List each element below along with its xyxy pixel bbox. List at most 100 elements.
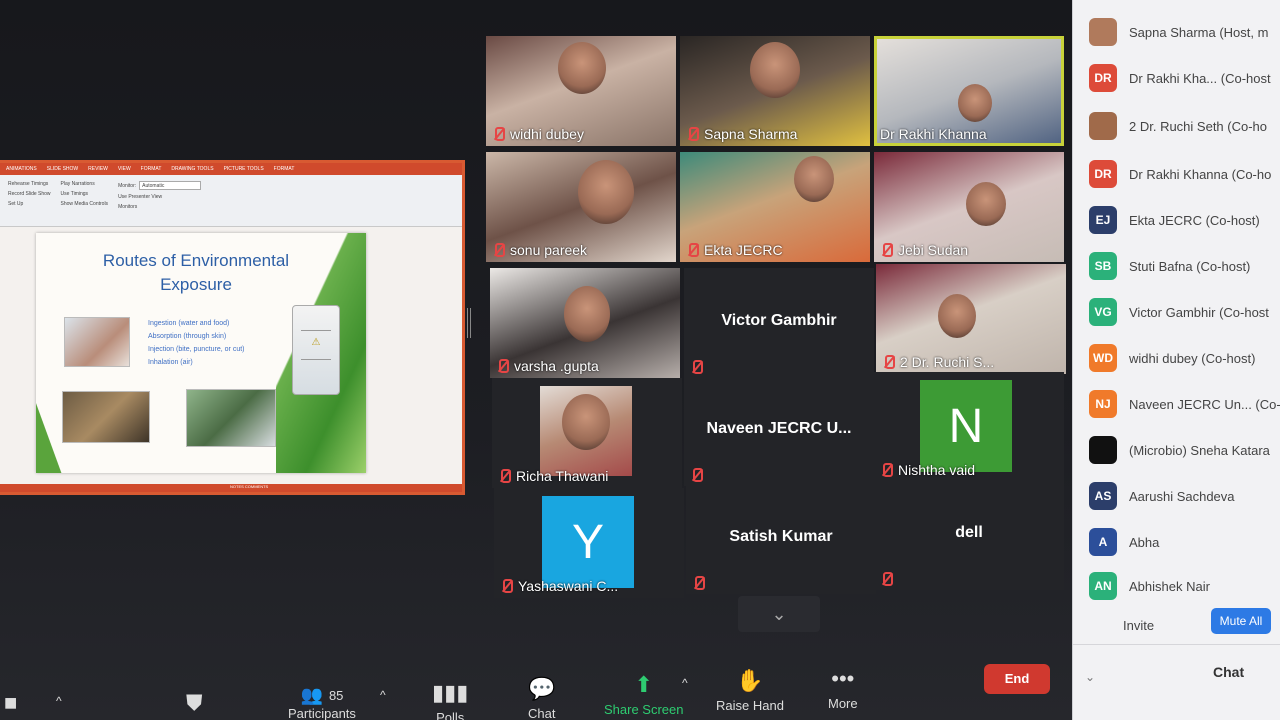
participant-name: 2 Dr. Ruchi Seth (Co-ho xyxy=(1129,118,1268,134)
ribbon-tab[interactable]: ANIMATIONS xyxy=(6,166,37,172)
video-tile[interactable]: Victor Gambhir xyxy=(684,268,874,378)
avatar-initial: Y xyxy=(542,496,634,588)
share-screen-caret[interactable]: ^ xyxy=(682,676,688,690)
view-splitter-handle[interactable] xyxy=(467,308,471,338)
raise-hand-button[interactable]: ✋ Raise Hand xyxy=(716,668,784,713)
ppt-ribbon: Rehearse Timings Record Slide Show Set U… xyxy=(0,175,462,227)
tile-name-text: Dr Rakhi Khanna xyxy=(880,126,987,142)
ribbon-tab[interactable]: FORMAT xyxy=(274,166,295,172)
share-screen-icon: ⬆ xyxy=(634,672,653,697)
participant-row[interactable]: AN Abhishek Nair xyxy=(1089,572,1210,600)
avatar: EJ xyxy=(1089,206,1117,234)
ribbon-group-monitors: Monitor: Automatic Use Presenter View Mo… xyxy=(118,181,202,220)
ribbon-tab[interactable]: REVIEW xyxy=(88,166,108,172)
video-tile[interactable]: Richa Thawani xyxy=(492,378,682,488)
video-tile[interactable]: Jebi Sudan xyxy=(874,152,1064,262)
shared-screen[interactable]: ANIMATIONS SLIDE SHOW REVIEW VIEW FORMAT… xyxy=(0,160,465,495)
invite-button[interactable]: Invite xyxy=(1123,618,1154,633)
ppt-status-bar: NOTES COMMENTS xyxy=(0,484,462,492)
participant-video xyxy=(794,156,834,202)
hazard-icon: ⚠ xyxy=(301,330,331,360)
mic-muted-icon xyxy=(686,243,699,257)
end-meeting-button[interactable]: End xyxy=(984,664,1050,694)
participants-button[interactable]: 👥 85 Participants xyxy=(288,684,356,720)
video-tile[interactable]: Ekta JECRC xyxy=(680,152,870,262)
video-tile[interactable]: varsha .gupta xyxy=(490,268,680,378)
tile-name-text: Sapna Sharma xyxy=(704,126,798,142)
video-camera-button[interactable]: ■ xyxy=(4,690,17,720)
chat-button[interactable]: 💬 Chat xyxy=(528,676,555,720)
rehearse-timings-button[interactable]: Rehearse Timings xyxy=(8,181,51,187)
participant-row[interactable]: Sapna Sharma (Host, m xyxy=(1089,18,1268,46)
show-media-controls-checkbox[interactable]: Show Media Controls xyxy=(61,201,109,207)
presenter-view-checkbox[interactable]: Use Presenter View xyxy=(118,194,201,200)
participant-video xyxy=(562,394,610,450)
mic-muted-icon xyxy=(690,360,703,374)
ribbon-tab[interactable]: PICTURE TOOLS xyxy=(224,166,264,172)
mic-muted-icon xyxy=(498,469,511,483)
participant-row[interactable]: NJ Naveen JECRC Un... (Co-h xyxy=(1089,390,1280,418)
ribbon-tab[interactable]: DRAWING TOOLS xyxy=(171,166,213,172)
raise-hand-label: Raise Hand xyxy=(716,698,784,713)
mic-muted-icon xyxy=(686,127,699,141)
tile-name xyxy=(690,468,703,482)
video-tile[interactable]: N Nishtha vaid xyxy=(874,372,1064,482)
tile-name: varsha .gupta xyxy=(496,358,599,374)
video-options-caret[interactable]: ^ xyxy=(56,694,62,708)
use-timings-checkbox[interactable]: Use Timings xyxy=(61,191,109,197)
polls-button[interactable]: ▮▮▮ Polls xyxy=(432,680,468,720)
more-button[interactable]: ••• More xyxy=(828,666,858,711)
participant-row[interactable]: (Microbio) Sneha Katara xyxy=(1089,436,1270,464)
tile-name: Nishtha vaid xyxy=(880,462,975,478)
ribbon-group-label: Set Up xyxy=(8,201,24,207)
participants-caret[interactable]: ^ xyxy=(380,688,386,702)
participant-name: Sapna Sharma (Host, m xyxy=(1129,24,1269,40)
security-button[interactable]: ⛊ xyxy=(186,690,203,720)
video-tile[interactable]: sonu pareek xyxy=(486,152,676,262)
tile-name: Ekta JECRC xyxy=(686,242,783,258)
participant-row[interactable]: WD widhi dubey (Co-host) xyxy=(1089,344,1255,372)
tile-name: widhi dubey xyxy=(492,126,584,142)
video-tile[interactable]: Satish Kumar xyxy=(686,484,876,594)
participant-row[interactable]: EJ Ekta JECRC (Co-host) xyxy=(1089,206,1260,234)
video-tile[interactable]: dell xyxy=(874,480,1064,590)
active-speaker-tile[interactable]: Dr Rakhi Khanna xyxy=(874,36,1064,146)
participant-row[interactable]: AS Aarushi Sachdeva xyxy=(1089,482,1235,510)
ribbon-tab[interactable]: SLIDE SHOW xyxy=(47,166,78,172)
participant-row[interactable]: 2 Dr. Ruchi Seth (Co-ho xyxy=(1089,112,1267,140)
record-slide-show-button[interactable]: Record Slide Show xyxy=(8,191,51,197)
slide-title-line: Routes of Environmental xyxy=(102,251,290,270)
participant-name: Aarushi Sachdeva xyxy=(1129,488,1235,504)
tile-name-text: dell xyxy=(955,524,983,541)
video-tile[interactable]: Sapna Sharma xyxy=(680,36,870,146)
participant-row[interactable]: DR Dr Rakhi Kha... (Co-host xyxy=(1089,64,1271,92)
video-tile[interactable]: Naveen JECRC U... xyxy=(684,376,874,486)
video-tile[interactable]: 2 Dr. Ruchi S... xyxy=(876,264,1066,374)
play-narrations-checkbox[interactable]: Play Narrations xyxy=(61,181,109,187)
next-page-chevron-icon[interactable]: ⌄ xyxy=(738,596,820,632)
slide-title: Routes of Environmental Exposure xyxy=(76,249,316,297)
participant-name: Stuti Bafna (Co-host) xyxy=(1129,258,1251,274)
participant-row[interactable]: DR Dr Rakhi Khanna (Co-ho xyxy=(1089,160,1271,188)
mic-muted-icon xyxy=(496,359,509,373)
ribbon-tab[interactable]: VIEW xyxy=(118,166,131,172)
monitor-select[interactable]: Automatic xyxy=(139,181,202,190)
video-tile[interactable]: Y Yashaswani C... xyxy=(494,488,684,598)
video-tile[interactable]: widhi dubey xyxy=(486,36,676,146)
share-screen-button[interactable]: ⬆ Share Screen xyxy=(604,672,684,717)
tile-name: Dr Rakhi Khanna xyxy=(880,126,987,142)
mute-all-button[interactable]: Mute All xyxy=(1211,608,1271,634)
ribbon-tab[interactable]: FORMAT xyxy=(141,166,162,172)
participant-row[interactable]: SB Stuti Bafna (Co-host) xyxy=(1089,252,1250,280)
collapse-chevron-icon[interactable]: ⌄ xyxy=(1085,670,1095,684)
participant-video xyxy=(958,84,992,122)
participant-row[interactable]: VG Victor Gambhir (Co-host xyxy=(1089,298,1269,326)
participant-name: Victor Gambhir (Co-host xyxy=(1129,304,1269,320)
video-camera-icon: ■ xyxy=(4,690,18,715)
participant-row[interactable]: A Abha xyxy=(1089,528,1159,556)
panel-divider xyxy=(1073,644,1280,645)
participant-video xyxy=(564,286,610,342)
tile-name: Jebi Sudan xyxy=(880,242,968,258)
polls-icon: ▮▮▮ xyxy=(432,680,469,705)
tile-name-text: Victor Gambhir xyxy=(721,312,837,329)
